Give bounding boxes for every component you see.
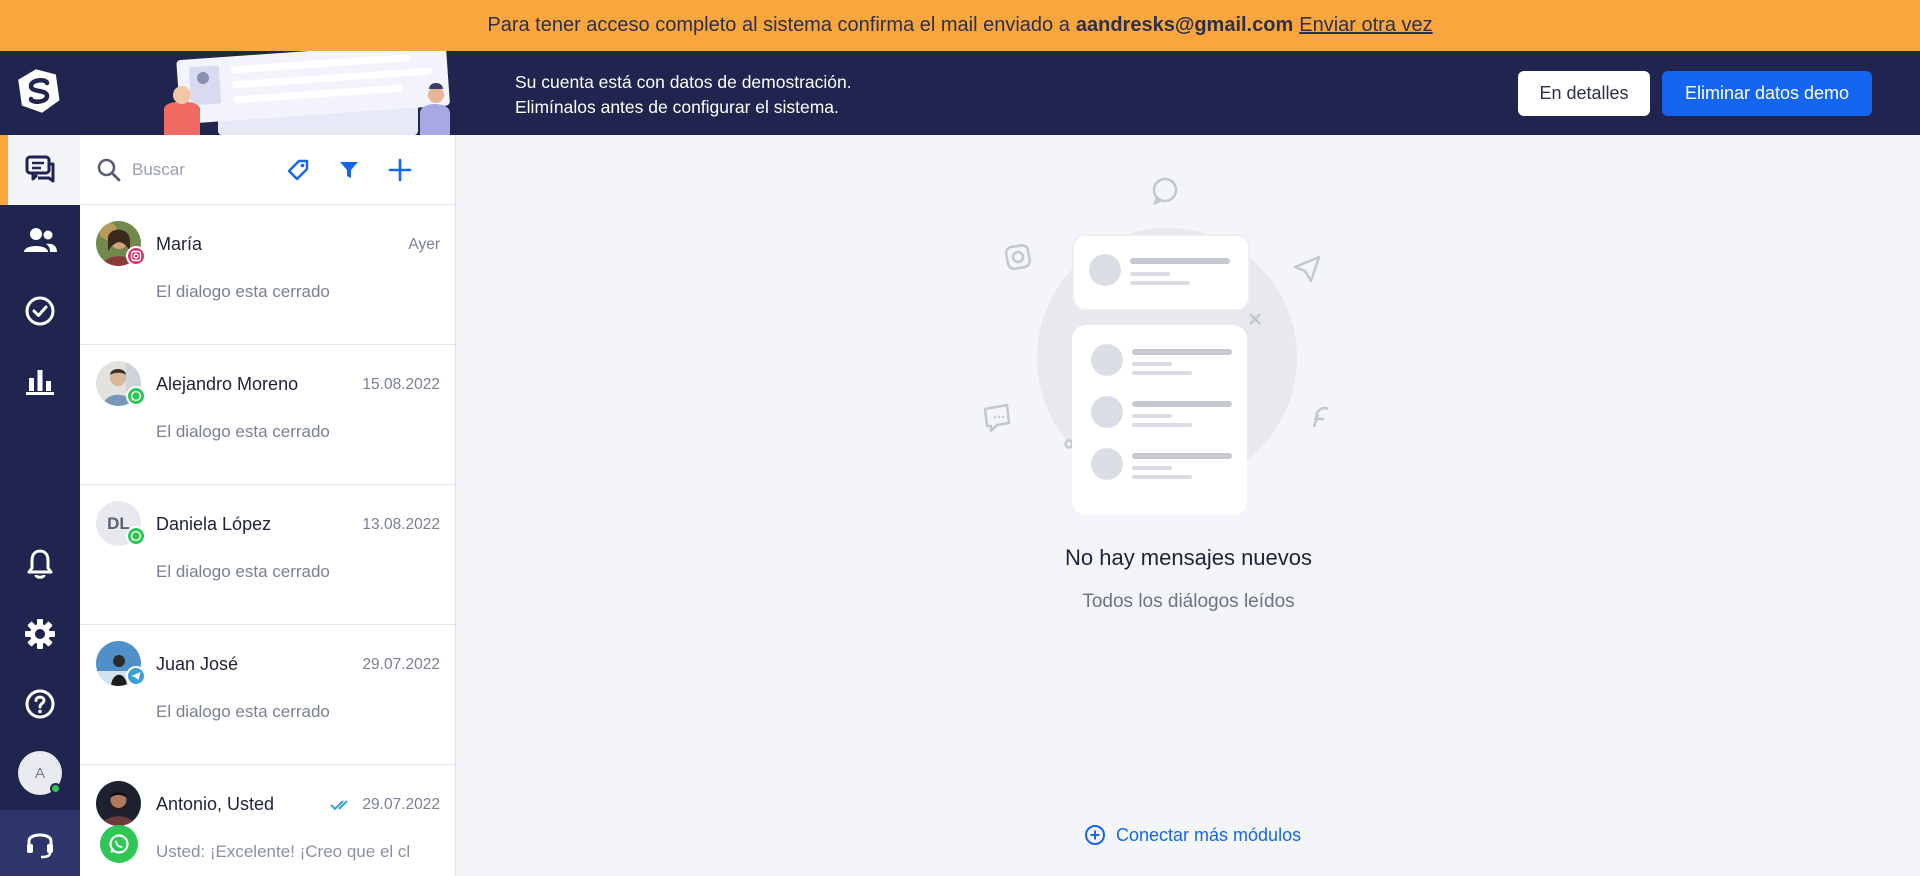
contact-name: Antonio, Usted — [156, 794, 275, 814]
user-avatar[interactable]: A — [18, 751, 62, 795]
demo-line-2: Elimínalos antes de configurar el sistem… — [515, 97, 839, 117]
user-avatar-letter: A — [34, 764, 45, 782]
filter-button[interactable] — [334, 155, 364, 185]
connect-modules-label: Conectar más módulos — [1116, 824, 1302, 845]
nav-notifications[interactable] — [0, 529, 80, 599]
empty-state-subtitle: Todos los diálogos leídos — [1082, 591, 1295, 612]
conversation-preview: El dialogo esta cerrado — [156, 562, 330, 581]
nav-analytics[interactable] — [0, 346, 80, 416]
conversation-date: 15.08.2022 — [362, 376, 440, 393]
search-input[interactable] — [132, 155, 272, 185]
nav-help[interactable] — [0, 669, 80, 739]
whatsapp-icon — [126, 386, 146, 406]
conversation-date: Ayer — [408, 236, 440, 253]
online-status-dot — [50, 783, 61, 794]
read-receipt-icon — [330, 800, 348, 811]
nav-settings[interactable] — [0, 599, 80, 669]
conversation-item[interactable]: Antonio, Usted 29.07.2022 Usted: ¡Excele… — [80, 765, 455, 876]
add-conversation-button[interactable] — [385, 155, 415, 185]
conversation-preview: El dialogo esta cerrado — [156, 282, 330, 301]
conversation-list: María Ayer El dialogo esta cerrado Aleja… — [80, 135, 456, 876]
conversation-preview: El dialogo esta cerrado — [156, 422, 330, 441]
contact-name: Daniela López — [156, 514, 272, 534]
search-icon — [97, 158, 121, 182]
conversation-date: 29.07.2022 — [362, 656, 440, 673]
resend-link[interactable]: Enviar otra vez — [1299, 14, 1432, 37]
conversation-preview: Usted: ¡Excelente! ¡Creo que el cl — [156, 842, 411, 861]
gear-icon — [25, 619, 55, 649]
nav-rail: A — [0, 51, 80, 876]
instagram-icon — [126, 246, 146, 266]
whatsapp-icon — [100, 825, 138, 863]
filter-icon — [340, 162, 358, 178]
conversation-item[interactable]: Alejandro Moreno 15.08.2022 El dialogo e… — [80, 345, 455, 485]
telegram-icon — [126, 666, 146, 686]
whatsapp-icon — [126, 526, 146, 546]
list-toolbar — [80, 135, 455, 205]
bell-icon — [27, 549, 53, 579]
main-panel: No hay mensajes nuevos Todos los diálogo… — [457, 135, 1920, 876]
contacts-icon — [24, 228, 57, 252]
conversation-date: 13.08.2022 — [362, 516, 440, 533]
analytics-icon — [26, 370, 54, 395]
conversation-preview: El dialogo esta cerrado — [156, 702, 330, 721]
conversation-item[interactable]: Juan José 29.07.2022 El dialogo esta cer… — [80, 625, 455, 765]
app-logo-icon[interactable] — [12, 64, 66, 118]
help-icon — [25, 689, 55, 719]
demo-illustration-icon — [164, 51, 450, 135]
details-button[interactable]: En detalles — [1518, 71, 1650, 116]
contact-name: María — [156, 234, 203, 254]
tag-icon — [287, 159, 309, 181]
demo-message: Su cuenta está con datos de demostración… — [515, 70, 852, 120]
empty-inbox-illustration-icon — [983, 177, 1329, 515]
delete-demo-button[interactable]: Eliminar datos demo — [1662, 71, 1872, 116]
nav-support[interactable] — [0, 810, 80, 876]
tags-button[interactable] — [283, 155, 313, 185]
contact-name: Alejandro Moreno — [156, 374, 299, 394]
nav-tasks[interactable] — [0, 276, 80, 346]
banner-email: aandresks@gmail.com — [1075, 14, 1294, 36]
conversation-item[interactable]: María Ayer El dialogo esta cerrado — [80, 205, 455, 345]
empty-state-title: No hay mensajes nuevos — [1064, 545, 1313, 570]
plus-circle-icon — [1085, 825, 1105, 845]
headset-icon — [27, 833, 53, 859]
tasks-icon — [25, 296, 55, 326]
demo-data-bar: Su cuenta está con datos de demostración… — [80, 51, 1920, 135]
conversation-date: 29.07.2022 — [362, 796, 440, 813]
demo-line-1: Su cuenta está con datos de demostración… — [515, 72, 852, 92]
contact-name: Juan José — [156, 654, 239, 674]
nav-contacts[interactable] — [0, 206, 80, 276]
connect-modules-link[interactable]: Conectar más módulos — [1084, 824, 1301, 846]
banner-text: Para tener acceso completo al sistema co… — [487, 14, 1070, 36]
chats-icon — [25, 155, 55, 183]
contact-avatar — [96, 781, 141, 826]
plus-icon — [388, 158, 412, 182]
nav-chats[interactable] — [0, 135, 80, 205]
conversation-item[interactable]: DL Daniela López 13.08.2022 El dialogo e… — [80, 485, 455, 625]
email-confirm-banner: Para tener acceso completo al sistema co… — [0, 0, 1920, 51]
